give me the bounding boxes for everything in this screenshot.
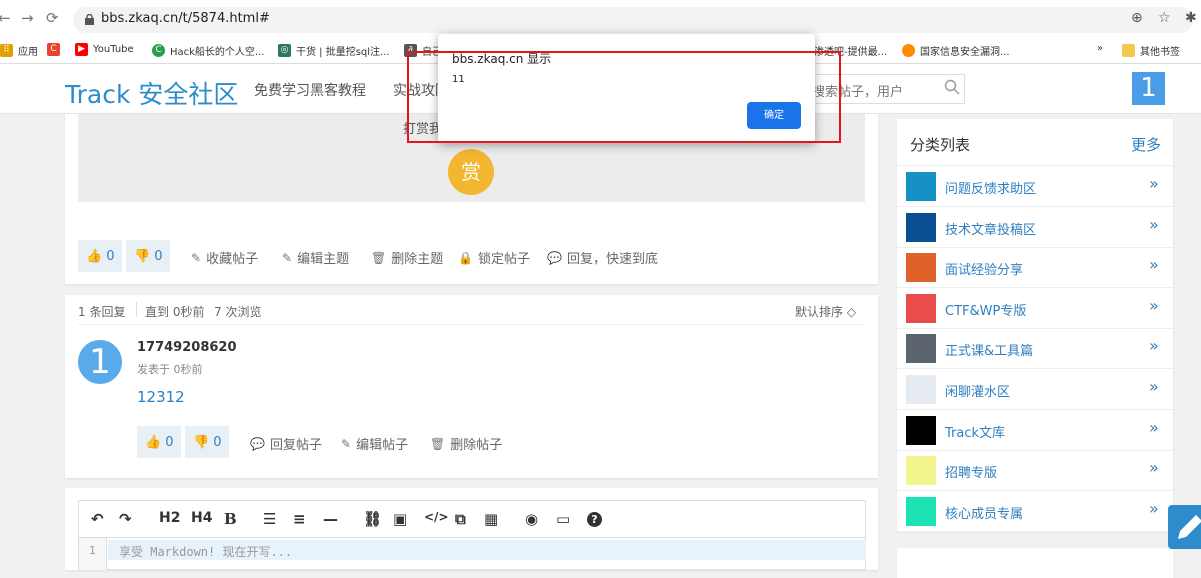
dialog-overlay: bbs.zkaq.cn 显示 11 确定 [0,0,1201,570]
highlight-annotation [407,51,841,143]
